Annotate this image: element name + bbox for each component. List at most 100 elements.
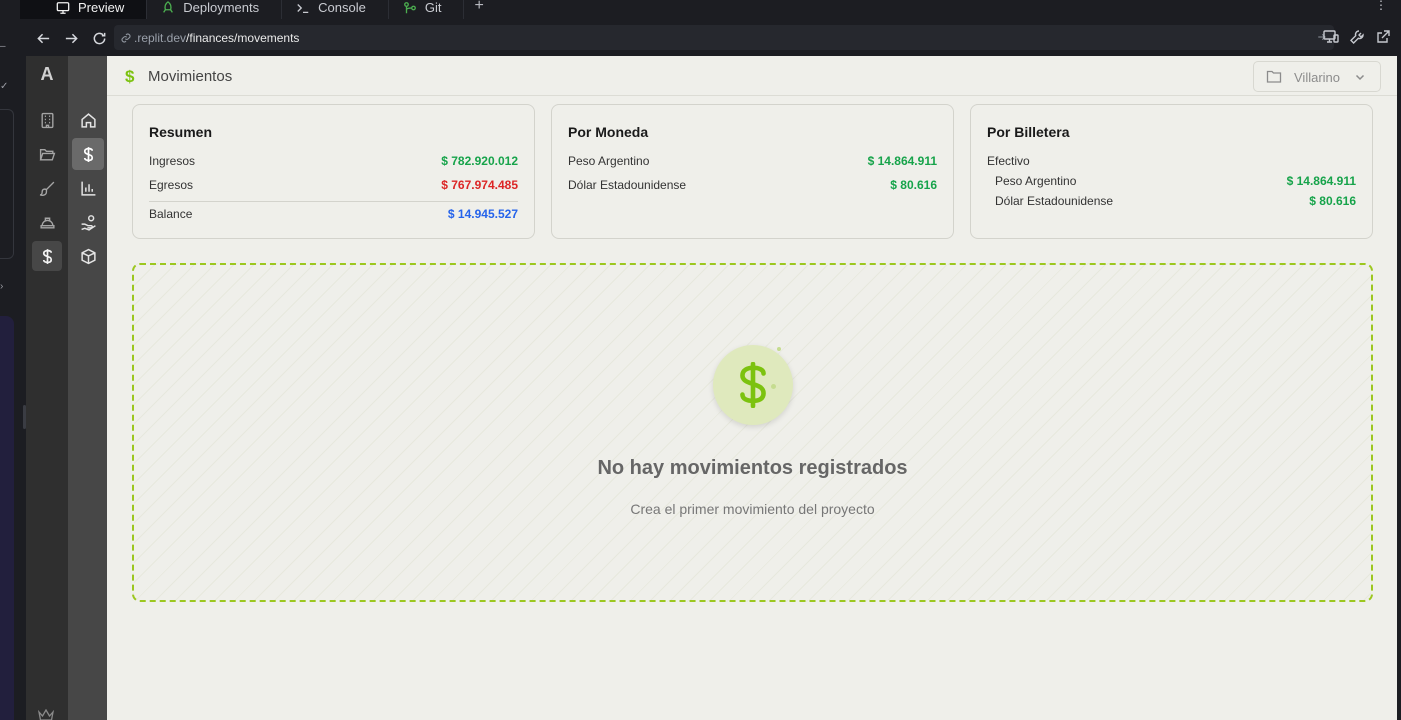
box-icon bbox=[80, 248, 96, 264]
sidebar-item-finances[interactable] bbox=[32, 241, 62, 271]
dollar-icon bbox=[83, 146, 93, 162]
devices-icon[interactable] bbox=[1323, 29, 1339, 45]
summary-divider bbox=[149, 201, 518, 202]
wrench-icon[interactable] bbox=[1349, 29, 1365, 45]
ide-panel bbox=[0, 109, 14, 259]
hand-coins-icon bbox=[80, 214, 96, 231]
expense-value: $ 767.974.485 bbox=[441, 178, 518, 192]
ide-purple-panel bbox=[0, 316, 14, 720]
empty-state-subtitle: Crea el primer movimiento del proyecto bbox=[630, 501, 875, 517]
add-tab-button[interactable]: + bbox=[464, 0, 495, 19]
folder-open-icon bbox=[39, 148, 55, 161]
wallet-card: Por Billetera Efectivo Peso Argentino $ … bbox=[970, 104, 1373, 239]
wallet-group-label: Efectivo bbox=[987, 154, 1030, 168]
tab-git[interactable]: Git bbox=[389, 0, 465, 19]
address-bar: .replit.dev/finances/movements bbox=[26, 19, 1401, 56]
address-actions bbox=[1323, 29, 1391, 45]
currency-row: Dólar Estadounidense $ 80.616 bbox=[568, 178, 937, 192]
page-title: Movimientos bbox=[148, 68, 233, 85]
wallet-row: Peso Argentino $ 14.864.911 bbox=[995, 174, 1356, 188]
sidebar-item-movements[interactable] bbox=[72, 138, 104, 170]
monitor-icon bbox=[56, 1, 70, 14]
sidebar-item-reports[interactable] bbox=[72, 172, 104, 204]
wallet-card-title: Por Billetera bbox=[987, 124, 1070, 140]
app-logo[interactable]: A bbox=[26, 64, 68, 85]
ide-tab-bar: Preview Deployments Console Git + ⋮ bbox=[0, 0, 1401, 19]
terminal-icon bbox=[297, 3, 309, 13]
balance-value: $ 14.945.527 bbox=[447, 207, 518, 221]
currency-label: Dólar Estadounidense bbox=[568, 178, 687, 192]
home-icon bbox=[80, 112, 96, 128]
ide-left-strip: – ✓ › bbox=[0, 19, 26, 720]
url-path: /finances/movements bbox=[186, 30, 300, 45]
sidebar-item-helmet[interactable] bbox=[32, 207, 62, 237]
tab-label: Deployments bbox=[183, 0, 260, 15]
empty-state-illustration bbox=[713, 345, 793, 425]
link-icon bbox=[121, 32, 131, 43]
balance-label: Balance bbox=[149, 207, 193, 221]
sidebar-item-inventory[interactable] bbox=[72, 240, 104, 272]
brush-icon bbox=[39, 181, 54, 196]
currency-card: Por Moneda Peso Argentino $ 14.864.911 D… bbox=[551, 104, 954, 239]
summary-card-title: Resumen bbox=[149, 124, 213, 140]
currency-value: $ 80.616 bbox=[890, 178, 937, 192]
folder-icon bbox=[1266, 70, 1282, 83]
decor-dot bbox=[777, 347, 781, 351]
url-domain: .replit.dev bbox=[134, 30, 187, 45]
tab-label: Console bbox=[318, 0, 366, 15]
back-button[interactable] bbox=[30, 25, 56, 51]
currency-card-title: Por Moneda bbox=[568, 124, 649, 140]
app-sidebar-primary: A bbox=[26, 56, 68, 720]
dollar-icon bbox=[42, 248, 52, 264]
arrow-left-icon bbox=[36, 33, 49, 43]
wallet-group: Efectivo bbox=[987, 154, 1356, 168]
building-icon bbox=[40, 112, 54, 128]
project-selector[interactable]: Villarino bbox=[1253, 61, 1381, 92]
reload-button[interactable] bbox=[86, 25, 112, 51]
expense-label: Egresos bbox=[149, 178, 194, 192]
currency-value: $ 14.864.911 bbox=[867, 154, 937, 168]
url-input[interactable]: .replit.dev/finances/movements bbox=[114, 25, 1334, 50]
collapse-icon[interactable]: – bbox=[0, 41, 6, 52]
hard-hat-icon bbox=[39, 217, 55, 229]
dollar-icon bbox=[740, 362, 766, 408]
reload-icon bbox=[93, 32, 105, 44]
check-icon: ✓ bbox=[0, 81, 9, 92]
forward-button[interactable] bbox=[58, 25, 84, 51]
tab-label: Preview bbox=[78, 0, 125, 15]
tab-deployments[interactable]: Deployments bbox=[147, 0, 283, 19]
external-link-icon[interactable] bbox=[1375, 29, 1391, 45]
tab-console[interactable]: Console bbox=[282, 0, 389, 19]
wallet-currency-label: Peso Argentino bbox=[995, 174, 1077, 188]
sidebar-item-payments[interactable] bbox=[72, 206, 104, 238]
git-icon bbox=[403, 1, 416, 13]
empty-state: No hay movimientos registrados Crea el p… bbox=[132, 263, 1373, 602]
wallet-currency-label: Dólar Estadounidense bbox=[995, 194, 1114, 208]
arrow-right-icon bbox=[65, 33, 78, 43]
crown-icon bbox=[37, 708, 55, 720]
right-edge bbox=[1397, 56, 1401, 720]
income-value: $ 782.920.012 bbox=[441, 154, 518, 168]
bar-chart-icon bbox=[80, 181, 95, 196]
summary-card: Resumen Ingresos $ 782.920.012 Egresos $… bbox=[132, 104, 535, 239]
tab-preview[interactable]: Preview bbox=[20, 0, 148, 19]
sidebar-item-home[interactable] bbox=[72, 104, 104, 136]
page-header: $ Movimientos Villarino bbox=[107, 56, 1397, 96]
summary-row-balance: Balance $ 14.945.527 bbox=[149, 207, 518, 221]
sidebar-item-buildings[interactable] bbox=[32, 105, 62, 135]
summary-row-expense: Egresos $ 767.974.485 bbox=[149, 178, 518, 192]
project-selector-label: Villarino bbox=[1294, 70, 1341, 85]
dollar-icon: $ bbox=[125, 67, 135, 86]
currency-label: Peso Argentino bbox=[568, 154, 650, 168]
decor-dot bbox=[771, 384, 776, 389]
chevron-icon[interactable]: › bbox=[0, 281, 3, 292]
income-label: Ingresos bbox=[149, 154, 196, 168]
sidebar-item-folders[interactable] bbox=[32, 139, 62, 169]
currency-row: Peso Argentino $ 14.864.911 bbox=[568, 154, 937, 168]
more-menu-icon[interactable]: ⋮ bbox=[1375, 0, 1387, 11]
empty-state-title: No hay movimientos registrados bbox=[597, 457, 908, 479]
app-sidebar-secondary bbox=[68, 56, 107, 720]
sidebar-item-brush[interactable] bbox=[32, 173, 62, 203]
tab-label: Git bbox=[424, 0, 442, 15]
wallet-row: Dólar Estadounidense $ 80.616 bbox=[995, 194, 1356, 208]
